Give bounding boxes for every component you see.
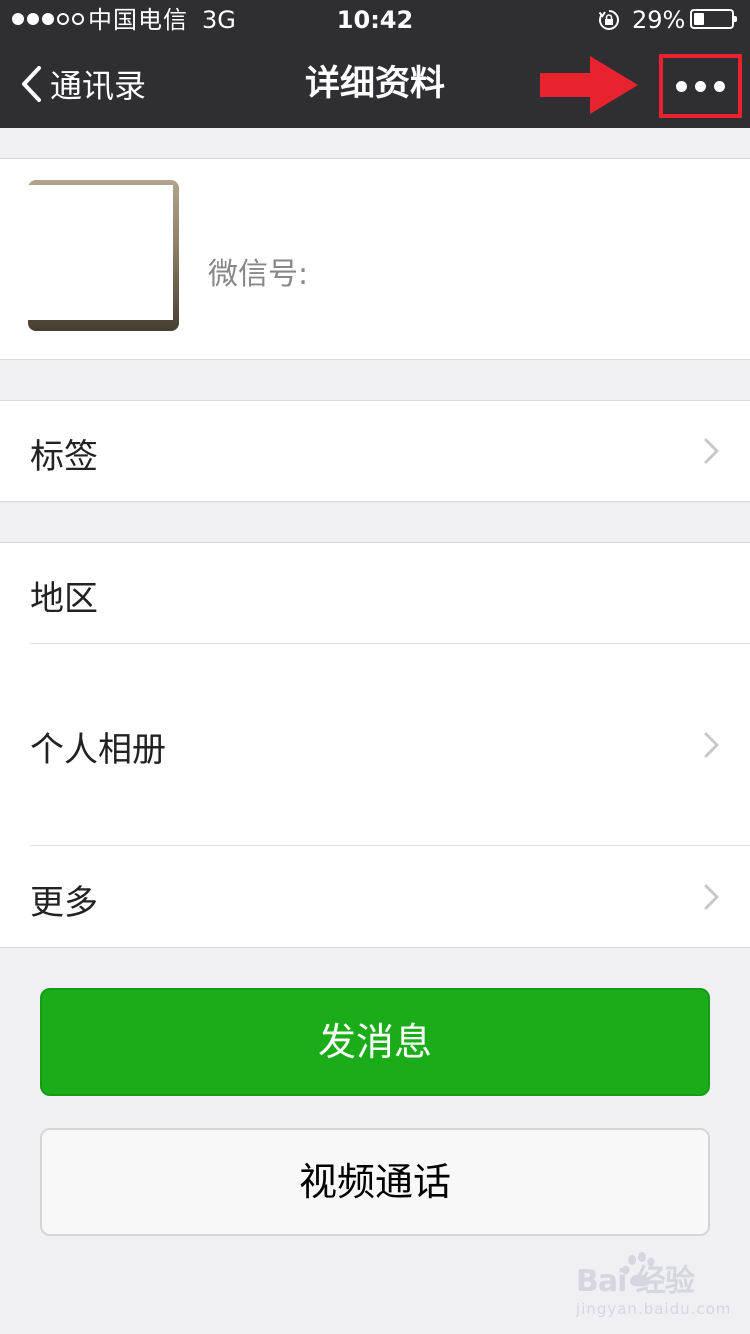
tags-label: 标签 (30, 437, 98, 477)
more-label: 更多 (30, 883, 98, 923)
more-cell[interactable]: 更多 (0, 846, 750, 947)
more-dot-icon (714, 80, 725, 92)
watermark-site: jingyan.baidu.com (576, 1300, 732, 1318)
details-section: 地区 个人相册 更多 (0, 542, 750, 948)
avatar[interactable] (28, 180, 179, 331)
chevron-right-icon (704, 732, 719, 758)
chevron-left-icon (22, 66, 41, 102)
album-label: 个人相册 (30, 730, 166, 770)
red-arrow-annotation (540, 56, 638, 114)
navigation-bar: 通讯录 详细资料 (0, 40, 750, 128)
album-cell[interactable]: 个人相册 (0, 644, 750, 845)
baidu-jingyan-watermark: Bai 经验 jingyan.baidu.com (576, 1250, 730, 1322)
back-label: 通讯录 (50, 67, 147, 105)
paw-logo-icon (622, 1252, 655, 1287)
region-cell: 地区 (0, 543, 750, 643)
status-bar: 中国电信 3G 10:42 29% (0, 0, 750, 40)
top-bar: 中国电信 3G 10:42 29% 通讯录 详细资料 (0, 0, 750, 128)
chevron-right-icon (704, 438, 719, 464)
rotation-lock-icon (598, 10, 619, 30)
region-label: 地区 (30, 579, 98, 619)
tags-section: 标签 (0, 400, 750, 502)
profile-card: 微信号: (0, 158, 750, 360)
video-call-button[interactable]: 视频通话 (40, 1128, 710, 1236)
battery-fill (694, 13, 704, 25)
battery-icon (690, 9, 737, 29)
more-dot-icon (676, 80, 687, 92)
battery-percentage: 29% (632, 6, 686, 34)
more-dot-icon (695, 80, 706, 92)
send-message-button[interactable]: 发消息 (40, 988, 710, 1096)
wechat-id-label: 微信号: (208, 257, 309, 292)
tags-cell[interactable]: 标签 (0, 401, 750, 501)
chevron-right-icon (704, 884, 719, 910)
back-button[interactable]: 通讯录 (20, 40, 146, 128)
more-options-button[interactable] (663, 58, 738, 114)
